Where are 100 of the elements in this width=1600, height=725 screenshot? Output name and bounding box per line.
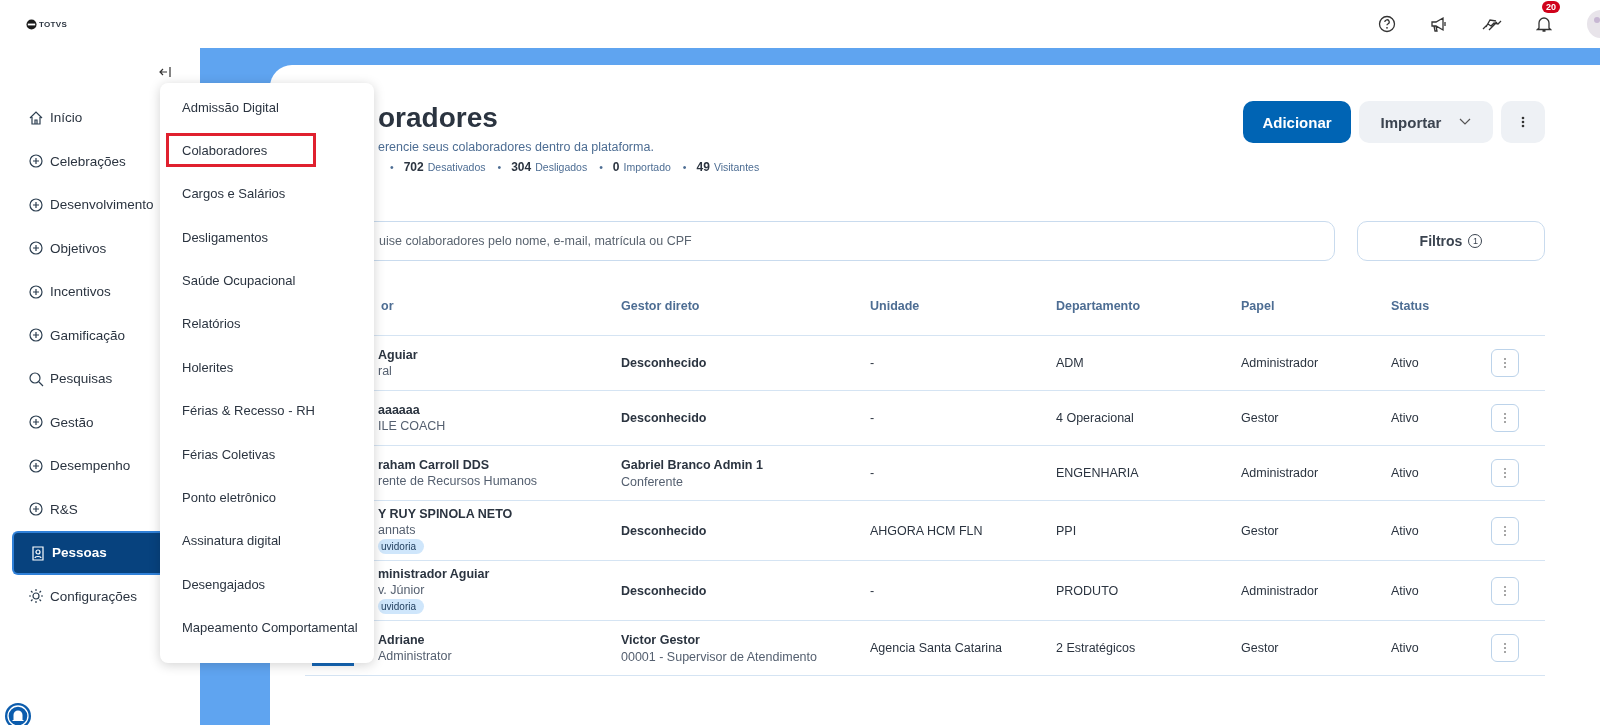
more-icon [1503,412,1507,424]
table-cell-text: Administrador [1241,356,1320,370]
employee-role: v. Júnior [378,583,425,597]
table-cell-text: PRODUTO [1056,583,1120,598]
more-button[interactable] [1501,101,1545,143]
sidebar-item[interactable]: Desempenho [28,444,131,488]
stat-value: 49 [696,160,710,174]
employee-role: annats [378,523,416,537]
notification-bell-icon[interactable] [4,702,32,725]
more-icon [1521,116,1525,128]
table-cell-text: - [870,356,876,370]
manager-name: Gabriel Branco Admin 1 [621,457,764,472]
row-menu-button[interactable] [1491,349,1519,377]
search-icon [28,370,44,387]
sidebar-item[interactable]: Configurações [28,574,138,618]
table-cell-text: AHGORA HCM FLN [870,523,984,538]
table-cell-text: Gestor [1241,523,1280,538]
filters-button[interactable]: Filtros 1 [1357,221,1545,261]
employee-name: Aguiar [378,348,418,362]
employee-role: Administrator [378,649,452,663]
sidebar-item[interactable]: Desenvolvimento [28,183,154,227]
sidebar-item[interactable]: Gestão [28,400,94,444]
row-menu-button[interactable] [1491,404,1519,432]
sidebar-item[interactable]: Celebrações [28,139,126,183]
employee-role: ILE COACH [378,419,446,433]
notification-badge: 20 [1542,1,1560,13]
help-icon[interactable] [1378,15,1396,33]
submenu-item[interactable]: Mapeamento Comportamental [166,610,367,645]
home-icon [28,109,44,126]
page-subtitle: erencie seus colaboradores dentro da plataforma. [378,140,655,154]
stat-label: Desativados [427,161,486,173]
import-button[interactable]: Importar [1359,101,1493,143]
stat-value: 702 [403,160,424,174]
employee-name: aaaaaa [378,403,420,417]
chevron-down-icon [1459,118,1472,126]
sidebar-item[interactable]: Incentivos [28,270,111,314]
submenu-item[interactable]: Cargos e Salários [166,176,316,211]
bell-icon[interactable] [1536,15,1552,33]
row-menu-button[interactable] [1491,576,1519,605]
collapse-icon[interactable] [158,66,172,78]
submenu-item[interactable]: Desengajados [166,567,316,602]
table-cell-text: Administrador [1241,466,1320,480]
stat-label: Desligados [535,161,588,173]
row-menu-button[interactable] [1491,516,1519,545]
page-title: oradores [378,101,499,135]
logo-icon [26,18,37,30]
stat-label: Importado [623,161,671,173]
add-button[interactable]: Adicionar [1243,101,1351,143]
submenu-item[interactable]: Férias & Recesso - RH [166,393,324,428]
sidebar-item[interactable]: R&S [28,487,78,531]
sidebar-item[interactable]: Início [28,96,83,140]
manager-name: Desconhecido [621,411,708,425]
submenu-item[interactable]: Relatórios [166,306,316,341]
more-icon [1503,524,1507,537]
logo-text: TOTVS [39,19,68,29]
table-cell-text: PPI [1056,523,1078,538]
table-cell-text: Ativo [1391,356,1420,370]
sidebar-item[interactable]: Pesquisas [28,357,113,401]
table-cell-text: 2 Estratégicos [1056,641,1137,655]
submenu-item[interactable]: Holerites [166,350,316,385]
more-icon [1503,467,1507,479]
table-cell-text: Agencia Santa Catarina [870,641,1004,655]
table-cell-text: Ativo [1391,583,1420,598]
column-header: Status [1391,299,1431,313]
bullet: • [390,161,394,173]
table-cell-text: Gestor [1241,411,1280,425]
sidebar-item[interactable]: Pessoas [12,531,160,575]
bullet: • [682,161,687,173]
employee-name: Adriane [378,633,425,647]
tag: uvidoria [378,539,425,554]
table-cell-text: 4 Operacional [1056,411,1135,425]
table-cell-text: Administrador [1241,583,1320,598]
submenu-item[interactable]: Assinatura digital [166,523,316,558]
manager-name: Desconhecido [621,523,708,538]
row-menu-button[interactable] [1491,459,1519,487]
row-menu-button[interactable] [1491,634,1519,662]
stat-value: 0 [612,160,620,174]
manager-role: Conferente [621,474,684,489]
sidebar-item[interactable]: Gamificação [28,313,126,357]
submenu-item[interactable]: Ponto eletrônico [166,480,316,515]
sidebar-item[interactable]: Objetivos [28,226,107,270]
column-header: Papel [1241,299,1276,313]
submenu-item[interactable]: Colaboradores [166,133,316,168]
submenu-item[interactable]: Férias Coletivas [166,437,316,472]
table-cell-text: ENGENHARIA [1056,466,1140,480]
column-header: Departamento [1056,299,1142,313]
table-cell-text: - [870,466,876,480]
submenu-item[interactable]: Saúde Ocupacional [166,263,316,298]
bullet: • [599,161,603,173]
table-cell-text: Ativo [1391,523,1420,538]
employee-name: Y RUY SPINOLA NETO [378,507,513,521]
manager-name: Desconhecido [621,356,708,370]
submenu-item[interactable]: Admissão Digital [166,90,316,124]
more-icon [1503,357,1507,369]
more-icon [1503,642,1507,654]
megaphone-icon[interactable] [1430,15,1448,33]
employee-role: rente de Recursos Humanos [378,474,538,488]
manager-name: Desconhecido [621,583,708,598]
employee-role: ral [378,364,392,378]
bullet: • [497,161,502,173]
